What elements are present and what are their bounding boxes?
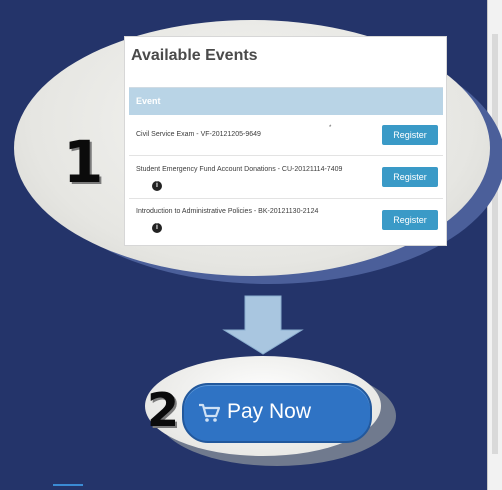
cart-icon	[199, 403, 220, 422]
down-arrow-icon	[222, 295, 304, 355]
event-name: Introduction to Administrative Policies …	[136, 208, 319, 215]
step-2-number: 2	[147, 383, 180, 437]
decorative-mark	[53, 484, 83, 486]
required-marker: *	[329, 125, 332, 131]
event-row-civil-service-exam: Civil Service Exam - VF-20121205-9649 * …	[129, 115, 443, 156]
step-1-number: 1	[63, 128, 104, 196]
panel-title: Available Events	[131, 47, 258, 64]
pay-now-button[interactable]: Pay Now	[182, 383, 372, 443]
event-row-administrative-policies: Introduction to Administrative Policies …	[129, 199, 443, 239]
pay-now-label: Pay Now	[227, 400, 312, 423]
register-button[interactable]: Register	[382, 210, 438, 230]
scrollbar-track	[492, 34, 498, 454]
event-column-header: Event	[136, 96, 161, 106]
event-name: Student Emergency Fund Account Donations…	[136, 166, 343, 173]
register-button[interactable]: Register	[382, 125, 438, 145]
info-icon[interactable]: i	[152, 181, 162, 191]
events-table-header: Event	[129, 87, 443, 115]
event-name: Civil Service Exam - VF-20121205-9649	[136, 131, 261, 138]
register-button[interactable]: Register	[382, 167, 438, 187]
scrollbar-strip	[487, 0, 502, 490]
info-icon[interactable]: i	[152, 223, 162, 233]
available-events-panel: Available Events Event Civil Service Exa…	[124, 36, 447, 246]
event-row-student-emergency-fund: Student Emergency Fund Account Donations…	[129, 156, 443, 199]
